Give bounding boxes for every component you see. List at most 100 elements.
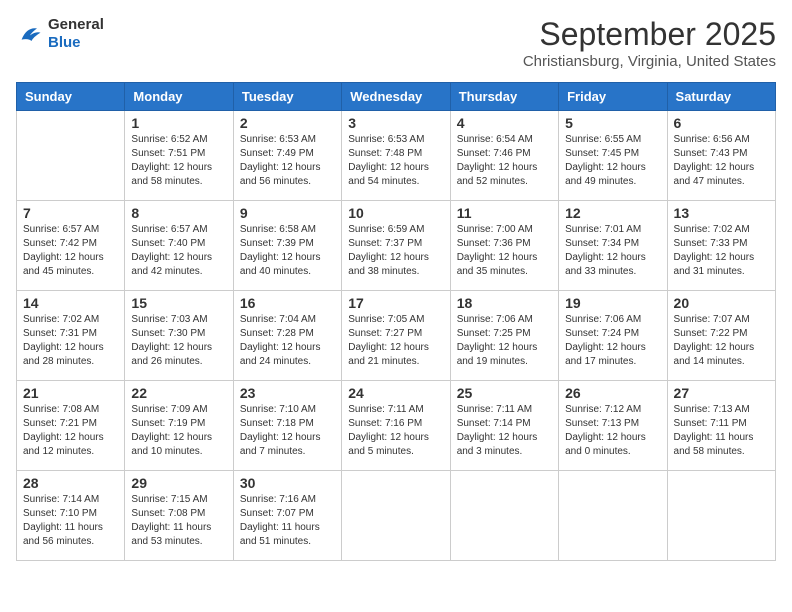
day-number: 21	[23, 385, 118, 401]
logo-icon	[16, 20, 44, 48]
calendar-cell: 7 Sunrise: 6:57 AM Sunset: 7:42 PM Daylig…	[17, 201, 125, 291]
calendar-cell: 9 Sunrise: 6:58 AM Sunset: 7:39 PM Daylig…	[233, 201, 341, 291]
logo-general: General	[48, 16, 104, 34]
calendar-cell: 11 Sunrise: 7:00 AM Sunset: 7:36 PM Dayli…	[450, 201, 558, 291]
day-info: Sunrise: 6:55 AM Sunset: 7:45 PM Dayligh…	[565, 133, 660, 189]
title-block: September 2025 Christiansburg, Virginia,…	[523, 16, 776, 70]
day-number: 25	[457, 385, 552, 401]
calendar-table: SundayMondayTuesdayWednesdayThursdayFrid…	[16, 82, 776, 561]
day-number: 18	[457, 295, 552, 311]
day-number: 14	[23, 295, 118, 311]
calendar-cell	[450, 471, 558, 561]
day-info: Sunrise: 7:06 AM Sunset: 7:24 PM Dayligh…	[565, 313, 660, 369]
calendar-cell: 21Sunrise: 7:08 AM Sunset: 7:21 PM Dayli…	[17, 381, 125, 471]
calendar-cell: 27Sunrise: 7:13 AM Sunset: 7:11 PM Dayli…	[667, 381, 775, 471]
day-number: 26	[565, 385, 660, 401]
day-info: Sunrise: 7:15 AM Sunset: 7:08 PM Dayligh…	[131, 493, 226, 549]
calendar-cell: 17Sunrise: 7:05 AM Sunset: 7:27 PM Dayli…	[342, 291, 450, 381]
calendar-cell: 23 Sunrise: 7:10 AM Sunset: 7:18 PM Dayli…	[233, 381, 341, 471]
day-info: Sunrise: 7:13 AM Sunset: 7:11 PM Dayligh…	[674, 403, 769, 459]
calendar-cell: 30Sunrise: 7:16 AM Sunset: 7:07 PM Dayli…	[233, 471, 341, 561]
day-number: 10	[348, 205, 443, 221]
calendar-cell: 3 Sunrise: 6:53 AM Sunset: 7:48 PM Daylig…	[342, 111, 450, 201]
day-number: 9	[240, 205, 335, 221]
day-info: Sunrise: 7:04 AM Sunset: 7:28 PM Dayligh…	[240, 313, 335, 369]
day-number: 6	[674, 115, 769, 131]
calendar-cell: 28Sunrise: 7:14 AM Sunset: 7:10 PM Dayli…	[17, 471, 125, 561]
calendar-cell: 20Sunrise: 7:07 AM Sunset: 7:22 PM Dayli…	[667, 291, 775, 381]
calendar-cell: 1Sunrise: 6:52 AM Sunset: 7:51 PM Daylig…	[125, 111, 233, 201]
day-info: Sunrise: 6:57 AM Sunset: 7:42 PM Dayligh…	[23, 223, 118, 279]
day-info: Sunrise: 6:53 AM Sunset: 7:49 PM Dayligh…	[240, 133, 335, 189]
calendar-cell	[667, 471, 775, 561]
day-number: 30	[240, 475, 335, 491]
day-info: Sunrise: 7:09 AM Sunset: 7:19 PM Dayligh…	[131, 403, 226, 459]
column-header-sunday: Sunday	[17, 83, 125, 111]
day-number: 23	[240, 385, 335, 401]
calendar-cell: 6 Sunrise: 6:56 AM Sunset: 7:43 PM Daylig…	[667, 111, 775, 201]
month-title: September 2025	[523, 16, 776, 53]
week-row-4: 21Sunrise: 7:08 AM Sunset: 7:21 PM Dayli…	[17, 381, 776, 471]
week-row-5: 28Sunrise: 7:14 AM Sunset: 7:10 PM Dayli…	[17, 471, 776, 561]
day-number: 16	[240, 295, 335, 311]
calendar-cell: 16 Sunrise: 7:04 AM Sunset: 7:28 PM Dayli…	[233, 291, 341, 381]
day-number: 11	[457, 205, 552, 221]
column-header-monday: Monday	[125, 83, 233, 111]
day-number: 19	[565, 295, 660, 311]
day-info: Sunrise: 7:06 AM Sunset: 7:25 PM Dayligh…	[457, 313, 552, 369]
day-info: Sunrise: 7:02 AM Sunset: 7:33 PM Dayligh…	[674, 223, 769, 279]
calendar-cell	[17, 111, 125, 201]
day-info: Sunrise: 7:05 AM Sunset: 7:27 PM Dayligh…	[348, 313, 443, 369]
calendar-cell: 2 Sunrise: 6:53 AM Sunset: 7:49 PM Daylig…	[233, 111, 341, 201]
calendar-cell: 5 Sunrise: 6:55 AM Sunset: 7:45 PM Daylig…	[559, 111, 667, 201]
day-info: Sunrise: 7:01 AM Sunset: 7:34 PM Dayligh…	[565, 223, 660, 279]
calendar-cell: 8 Sunrise: 6:57 AM Sunset: 7:40 PM Daylig…	[125, 201, 233, 291]
day-info: Sunrise: 7:11 AM Sunset: 7:16 PM Dayligh…	[348, 403, 443, 459]
calendar-cell: 13 Sunrise: 7:02 AM Sunset: 7:33 PM Dayli…	[667, 201, 775, 291]
day-number: 7	[23, 205, 118, 221]
calendar-cell: 29 Sunrise: 7:15 AM Sunset: 7:08 PM Dayli…	[125, 471, 233, 561]
day-info: Sunrise: 6:53 AM Sunset: 7:48 PM Dayligh…	[348, 133, 443, 189]
logo-blue: Blue	[48, 34, 104, 52]
day-number: 4	[457, 115, 552, 131]
calendar-cell: 14Sunrise: 7:02 AM Sunset: 7:31 PM Dayli…	[17, 291, 125, 381]
calendar-cell: 26 Sunrise: 7:12 AM Sunset: 7:13 PM Dayli…	[559, 381, 667, 471]
column-header-wednesday: Wednesday	[342, 83, 450, 111]
logo: General Blue	[16, 16, 104, 52]
calendar-cell: 25 Sunrise: 7:11 AM Sunset: 7:14 PM Dayli…	[450, 381, 558, 471]
day-info: Sunrise: 6:56 AM Sunset: 7:43 PM Dayligh…	[674, 133, 769, 189]
day-info: Sunrise: 7:10 AM Sunset: 7:18 PM Dayligh…	[240, 403, 335, 459]
day-number: 2	[240, 115, 335, 131]
day-info: Sunrise: 6:54 AM Sunset: 7:46 PM Dayligh…	[457, 133, 552, 189]
day-number: 5	[565, 115, 660, 131]
calendar-cell: 10Sunrise: 6:59 AM Sunset: 7:37 PM Dayli…	[342, 201, 450, 291]
day-number: 8	[131, 205, 226, 221]
calendar-cell: 4 Sunrise: 6:54 AM Sunset: 7:46 PM Daylig…	[450, 111, 558, 201]
calendar-cell	[559, 471, 667, 561]
column-header-friday: Friday	[559, 83, 667, 111]
calendar-cell	[342, 471, 450, 561]
day-number: 15	[131, 295, 226, 311]
day-info: Sunrise: 7:12 AM Sunset: 7:13 PM Dayligh…	[565, 403, 660, 459]
calendar-cell: 18 Sunrise: 7:06 AM Sunset: 7:25 PM Dayli…	[450, 291, 558, 381]
day-number: 12	[565, 205, 660, 221]
day-number: 29	[131, 475, 226, 491]
day-info: Sunrise: 6:52 AM Sunset: 7:51 PM Dayligh…	[131, 133, 226, 189]
calendar-cell: 22 Sunrise: 7:09 AM Sunset: 7:19 PM Dayli…	[125, 381, 233, 471]
day-info: Sunrise: 7:00 AM Sunset: 7:36 PM Dayligh…	[457, 223, 552, 279]
day-number: 13	[674, 205, 769, 221]
week-row-1: 1Sunrise: 6:52 AM Sunset: 7:51 PM Daylig…	[17, 111, 776, 201]
calendar-header-row: SundayMondayTuesdayWednesdayThursdayFrid…	[17, 83, 776, 111]
day-number: 3	[348, 115, 443, 131]
day-info: Sunrise: 6:57 AM Sunset: 7:40 PM Dayligh…	[131, 223, 226, 279]
column-header-tuesday: Tuesday	[233, 83, 341, 111]
week-row-3: 14Sunrise: 7:02 AM Sunset: 7:31 PM Dayli…	[17, 291, 776, 381]
calendar-cell: 15Sunrise: 7:03 AM Sunset: 7:30 PM Dayli…	[125, 291, 233, 381]
day-number: 24	[348, 385, 443, 401]
location-subtitle: Christiansburg, Virginia, United States	[523, 53, 776, 70]
day-info: Sunrise: 7:11 AM Sunset: 7:14 PM Dayligh…	[457, 403, 552, 459]
day-info: Sunrise: 6:58 AM Sunset: 7:39 PM Dayligh…	[240, 223, 335, 279]
day-number: 20	[674, 295, 769, 311]
day-number: 22	[131, 385, 226, 401]
column-header-thursday: Thursday	[450, 83, 558, 111]
